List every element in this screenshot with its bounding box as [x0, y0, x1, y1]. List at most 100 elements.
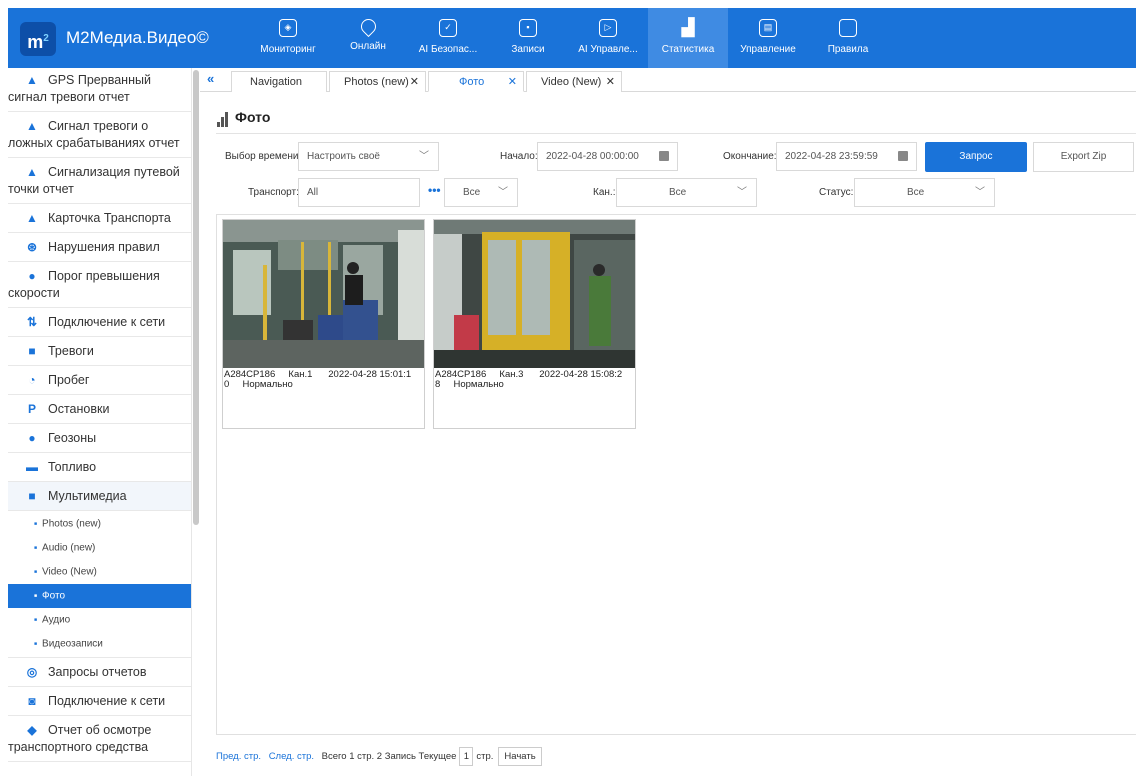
- network-icon: ⇅: [26, 315, 38, 329]
- photo-grid: A284CP186 Кан.1 2022-04-28 15:01:1 0 Нор…: [216, 214, 1136, 735]
- current-page-label: Текущее: [418, 751, 457, 762]
- sidebar-sub-audio-new[interactable]: Audio (new): [8, 536, 191, 560]
- nav-online[interactable]: Онлайн: [328, 8, 408, 68]
- more-icon[interactable]: •••: [428, 183, 441, 197]
- photo-card[interactable]: A284CP186 Кан.1 2022-04-28 15:01:1 0 Нор…: [222, 219, 425, 429]
- sidebar-item-multimedia[interactable]: ■ Мультимедиа: [8, 482, 191, 511]
- calendar-icon[interactable]: [898, 151, 908, 161]
- nav-statistics[interactable]: ▟ Статистика: [648, 8, 728, 68]
- page-number-input[interactable]: 1: [459, 747, 474, 766]
- sidebar-sub-photos-new[interactable]: Photos (new): [8, 512, 191, 536]
- close-icon[interactable]: ✕: [410, 72, 419, 92]
- sidebar-item-violations[interactable]: ⊛ Нарушения правил: [8, 233, 191, 262]
- tab-video-new[interactable]: Video (New) ✕: [526, 71, 622, 92]
- calendar-icon[interactable]: [659, 151, 669, 161]
- total-records: 2 Запись: [376, 751, 416, 762]
- photo-thumbnail[interactable]: [434, 220, 635, 368]
- speedometer-icon: ●: [28, 269, 36, 283]
- sidebar-scrollbar[interactable]: [193, 70, 199, 525]
- sidebar-item-false-alarm[interactable]: ▲ Сигнал тревоги о ложных срабатываниях о…: [8, 112, 191, 158]
- geofence-icon: ●: [28, 431, 36, 445]
- tab-photo[interactable]: Фото ✕: [428, 71, 524, 92]
- query-button[interactable]: Запрос: [925, 142, 1027, 172]
- sidebar-item-geofences[interactable]: ● Геозоны: [8, 424, 191, 453]
- warning-icon: ▲: [26, 73, 38, 87]
- tab-navigation[interactable]: Navigation: [231, 71, 327, 92]
- nav-ai-safety[interactable]: ✓ AI Безопас...: [408, 8, 488, 68]
- tab-bar: « Navigation Photos (new) ✕ Фото ✕ Video (…: [200, 68, 1136, 92]
- alarm-icon: ■: [28, 344, 36, 358]
- time-label: Выбор времени:: [225, 151, 302, 162]
- sidebar-item-gps-alarm[interactable]: ▲ GPS Прерванный сигнал тревоги отчет: [8, 68, 191, 112]
- photo-caption: A284CP186 Кан.3 2022-04-28 15:08:2 8 Нор…: [435, 369, 623, 390]
- warning-icon: ▲: [26, 211, 38, 225]
- end-label: Окончание:: [723, 151, 777, 162]
- channel-select[interactable]: Все ﹀: [616, 178, 757, 207]
- steering-wheel-icon: ⊛: [26, 240, 38, 254]
- close-icon[interactable]: ✕: [508, 72, 517, 92]
- photo-caption: A284CP186 Кан.1 2022-04-28 15:01:1 0 Нор…: [224, 369, 412, 390]
- nav-records[interactable]: ▪ Записи: [488, 8, 568, 68]
- vehicle-select[interactable]: Все ﹀: [444, 178, 518, 207]
- sidebar-item-network-2[interactable]: ◙ Подключение к сети: [8, 687, 191, 716]
- vehicle-input[interactable]: All: [298, 178, 420, 207]
- app-logo: m2: [20, 22, 56, 56]
- record-icon: ▪: [519, 19, 537, 37]
- start-date-input[interactable]: 2022-04-28 00:00:00: [537, 142, 678, 171]
- total-pages: Всего 1 стр.: [321, 751, 375, 762]
- sidebar-sub-video-new[interactable]: Video (New): [8, 560, 191, 584]
- sidebar-item-inspection[interactable]: ◆ Отчет об осмотре транспортного средства: [8, 716, 191, 762]
- end-date-input[interactable]: 2022-04-28 23:59:59: [776, 142, 917, 171]
- rules-icon: [839, 19, 857, 37]
- bus-interior-image: [223, 220, 424, 368]
- nav-monitoring[interactable]: ◈ Мониторинг: [248, 8, 328, 68]
- time-select[interactable]: Настроить своё ﹀: [298, 142, 439, 171]
- next-page-link[interactable]: След. стр.: [269, 751, 314, 762]
- export-zip-button[interactable]: Export Zip: [1033, 142, 1134, 172]
- page-title: Фото: [217, 109, 270, 127]
- sidebar-item-network[interactable]: ⇅ Подключение к сети: [8, 308, 191, 337]
- warning-icon: ▲: [26, 119, 38, 133]
- nav-rules[interactable]: Правила: [808, 8, 888, 68]
- sidebar-sub-audio[interactable]: Аудио: [8, 608, 191, 632]
- management-icon: ▤: [759, 19, 777, 37]
- status-label: Статус:: [819, 187, 854, 198]
- tab-photos-new[interactable]: Photos (new) ✕: [329, 71, 426, 92]
- fuel-icon: ▬: [26, 460, 38, 474]
- page-suffix: стр.: [476, 751, 494, 762]
- sidebar-item-fuel[interactable]: ▬ Топливо: [8, 453, 191, 482]
- parking-icon: P: [27, 402, 36, 416]
- status-select[interactable]: Все ﹀: [854, 178, 995, 207]
- collapse-sidebar-icon[interactable]: «: [207, 71, 214, 86]
- chevron-down-icon: ﹀: [419, 151, 429, 162]
- nav-management[interactable]: ▤ Управление: [728, 8, 808, 68]
- nav-ai-management[interactable]: ▷ AI Управле...: [568, 8, 648, 68]
- sidebar-item-report-queries[interactable]: ◎ Запросы отчетов: [8, 657, 191, 687]
- prev-page-link[interactable]: Пред. стр.: [216, 751, 261, 762]
- bar-chart-icon: [217, 111, 229, 127]
- sidebar-item-speed[interactable]: ● Порог превышения скорости: [8, 262, 191, 308]
- sidebar-item-mileage[interactable]: ◔ Пробег: [8, 366, 191, 395]
- start-label: Начало:: [500, 151, 538, 162]
- photo-thumbnail[interactable]: [223, 220, 424, 368]
- sidebar-item-alarms[interactable]: ■ Тревоги: [8, 337, 191, 366]
- channel-label: Кан.:: [593, 187, 616, 198]
- top-bar: m2 M2Медиа.Видео© ◈ Мониторинг Онлайн ✓ AI…: [8, 8, 1136, 68]
- sidebar-sub-video-records[interactable]: Видеозаписи: [8, 632, 191, 656]
- chevron-down-icon: ﹀: [498, 187, 508, 198]
- sidebar-item-waypoint-alarm[interactable]: ▲ Сигнализация путевой точки отчет: [8, 158, 191, 204]
- sidebar-item-stops[interactable]: P Остановки: [8, 395, 191, 424]
- network-search-icon: ◙: [28, 694, 36, 708]
- go-page-button[interactable]: Начать: [498, 747, 542, 766]
- bus-door-image: [434, 220, 635, 368]
- close-icon[interactable]: ✕: [606, 72, 615, 92]
- main-nav: ◈ Мониторинг Онлайн ✓ AI Безопас... ▪ Запис…: [248, 8, 888, 68]
- sidebar-sub-photo[interactable]: Фото: [8, 584, 191, 608]
- mileage-icon: ◔: [28, 373, 36, 387]
- divider: [216, 133, 1136, 134]
- photo-card[interactable]: A284CP186 Кан.3 2022-04-28 15:08:2 8 Нор…: [433, 219, 636, 429]
- play-shield-icon: ▷: [599, 19, 617, 37]
- sidebar-item-vehicle-card[interactable]: ▲ Карточка Транспорта: [8, 204, 191, 233]
- shield-check-icon: ✓: [439, 19, 457, 37]
- vehicle-label: Транспорт:: [248, 187, 299, 198]
